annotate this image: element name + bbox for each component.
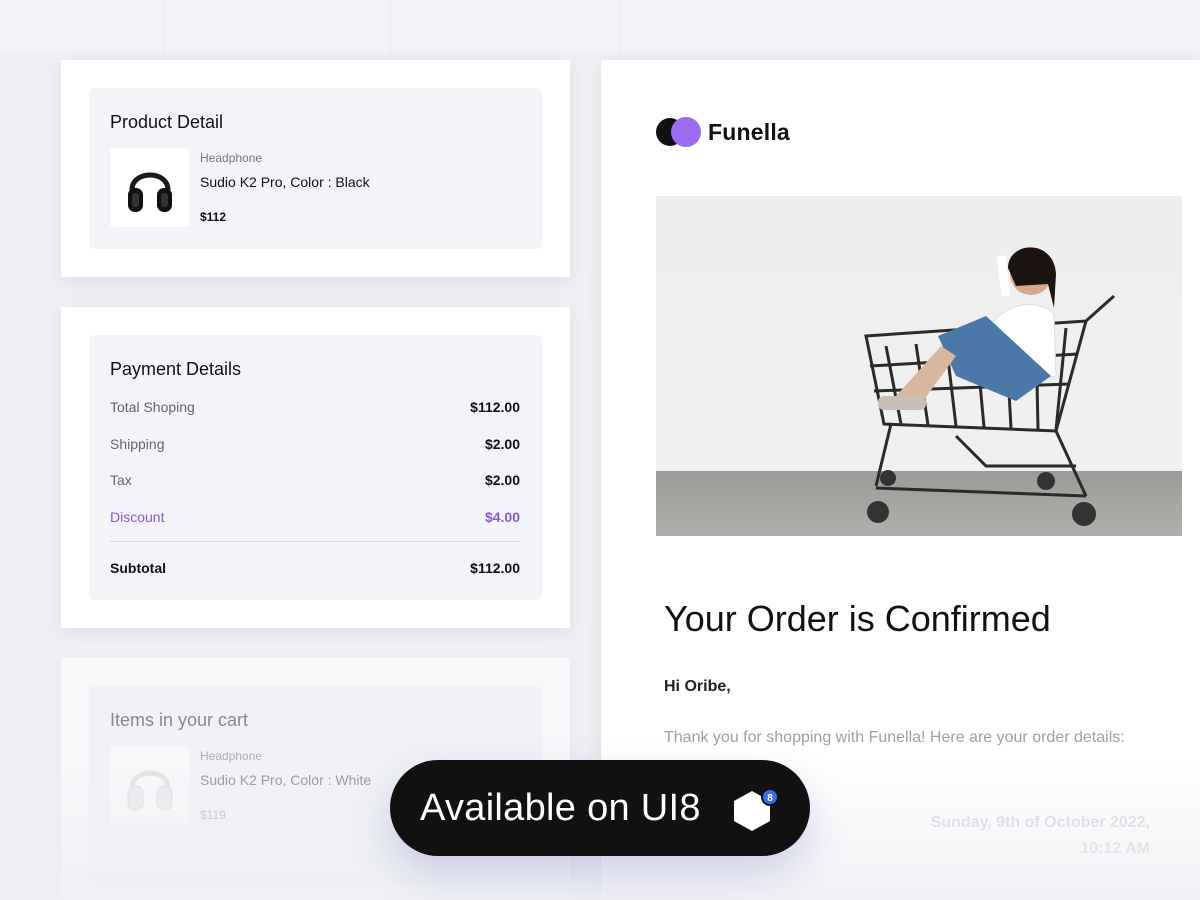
ui8-logo-icon: 8 <box>734 788 779 831</box>
cart-item-name: Sudio K2 Pro, Color : White <box>200 772 372 788</box>
logo-mark-icon <box>656 116 704 148</box>
payment-row-tax: Tax $2.00 <box>110 472 520 488</box>
product-detail-panel: Product Detail Headphone Sudio K2 Pro, C… <box>89 88 542 249</box>
payment-row-label: Shipping <box>110 436 165 452</box>
payment-row-label: Total Shoping <box>110 399 195 415</box>
payment-row-label: Tax <box>110 472 132 488</box>
payment-row-label: Discount <box>110 509 165 525</box>
product-category: Headphone <box>200 151 263 165</box>
greeting-text: Hi Oribe, <box>664 678 731 695</box>
cart-item-thumbnail[interactable] <box>110 746 189 825</box>
payment-row-value: $2.00 <box>484 472 520 488</box>
payment-row-subtotal: Subtotal $112.00 <box>110 560 520 576</box>
cart-item-category: Headphone <box>200 749 263 763</box>
product-detail-title: Product Detail <box>110 112 224 132</box>
payment-row-discount: Discount $4.00 <box>110 509 520 525</box>
payment-row-value: $4.00 <box>484 509 520 525</box>
payment-row-value: $112.00 <box>470 399 520 415</box>
background-block <box>0 0 163 52</box>
product-thumbnail[interactable] <box>110 148 189 227</box>
order-time-text: 10:12 AM <box>1080 840 1150 857</box>
cart-item-price: $119 <box>200 808 226 822</box>
shopping-cart-woman-illustration <box>864 247 1115 526</box>
hero-image <box>656 196 1182 536</box>
ui8-label: Available on UI8 <box>420 786 701 829</box>
headphone-white-icon <box>127 770 172 810</box>
brand-name: Funella <box>708 118 790 145</box>
subtotal-label: Subtotal <box>110 560 166 576</box>
order-date: Sunday, 9th of October 2022, 10:12 AM <box>931 810 1150 862</box>
background-block <box>622 0 1200 52</box>
product-price: $112 <box>200 210 227 224</box>
product-name: Sudio K2 Pro, Color : Black <box>200 174 370 190</box>
payment-divider <box>110 541 520 542</box>
payment-details-title: Payment Details <box>110 359 242 379</box>
background-block <box>166 0 388 52</box>
payment-details-card: Payment Details Total Shoping $112.00 Sh… <box>61 307 570 628</box>
order-date-text: Sunday, 9th of October 2022, <box>930 814 1150 831</box>
subtotal-value: $112.00 <box>470 560 520 576</box>
thank-you-message: Thank you for shopping with Funella! Her… <box>664 729 1125 746</box>
product-detail-card: Product Detail Headphone Sudio K2 Pro, C… <box>61 60 570 277</box>
cart-items-title: Items in your cart <box>110 710 249 730</box>
payment-details-panel: Payment Details Total Shoping $112.00 Sh… <box>89 335 542 600</box>
headphone-black-icon <box>127 172 172 212</box>
funella-logo[interactable]: Funella <box>656 116 790 148</box>
ui8-badge-count: 8 <box>767 793 773 804</box>
payment-row-value: $2.00 <box>484 436 520 452</box>
available-on-ui8-button[interactable]: Available on UI8 8 <box>390 760 810 856</box>
payment-row-total: Total Shoping $112.00 <box>110 399 520 415</box>
background-block <box>392 0 618 52</box>
confirmation-heading: Your Order is Confirmed <box>664 598 1051 639</box>
payment-row-shipping: Shipping $2.00 <box>110 436 520 452</box>
